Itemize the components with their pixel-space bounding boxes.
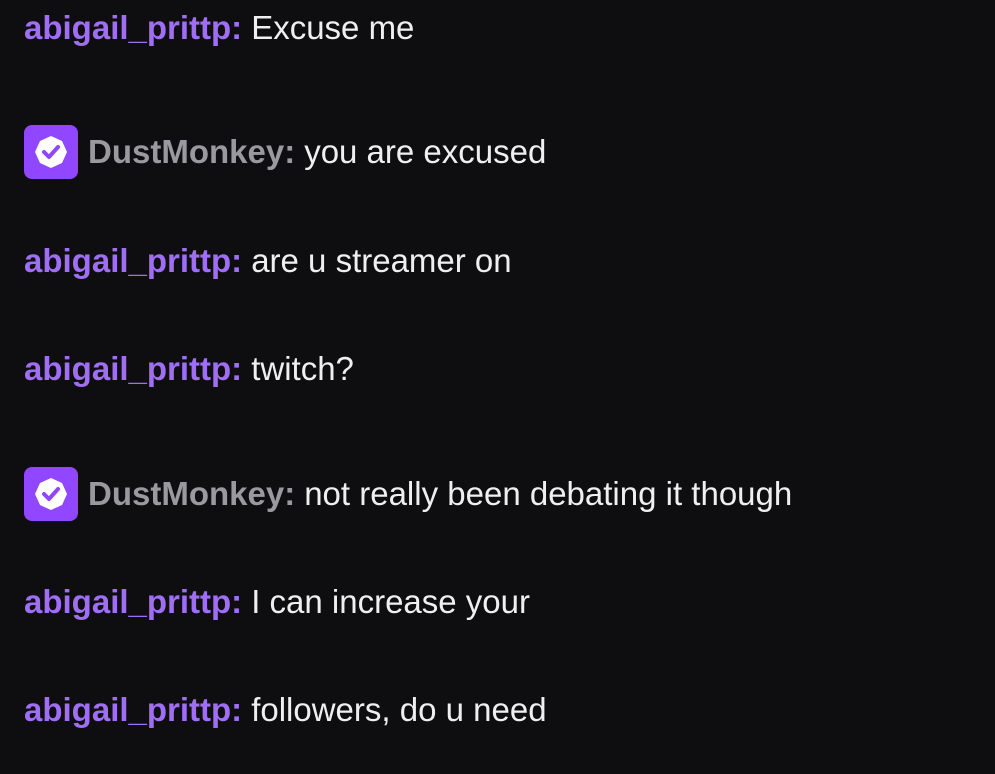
- chat-username[interactable]: DustMonkey:: [88, 133, 295, 171]
- chat-message-text: Excuse me: [251, 9, 415, 46]
- chat-username[interactable]: DustMonkey:: [88, 475, 295, 513]
- chat-message: abigail_prittp: are u streamer on: [24, 233, 512, 289]
- chat-log: abigail_prittp: Excuse me DustMonkey: yo…: [0, 0, 995, 774]
- verified-check-icon: [35, 136, 67, 168]
- chat-message-text: not really been debating it though: [304, 475, 793, 512]
- chat-username[interactable]: abigail_prittp:: [24, 583, 242, 621]
- verified-icon[interactable]: [24, 467, 78, 521]
- chat-message: abigail_prittp: I can increase your: [24, 574, 530, 630]
- chat-message: DustMonkey: not really been debating it …: [24, 466, 792, 522]
- chat-username[interactable]: abigail_prittp:: [24, 350, 242, 388]
- chat-message-text: you are excused: [304, 133, 547, 170]
- chat-message: abigail_prittp: twitch?: [24, 341, 354, 397]
- verified-icon[interactable]: [24, 125, 78, 179]
- chat-message-text: followers, do u need: [251, 691, 547, 728]
- chat-message: DustMonkey: you are excused: [24, 124, 546, 180]
- chat-username[interactable]: abigail_prittp:: [24, 691, 242, 729]
- verified-check-icon: [35, 478, 67, 510]
- chat-message-text: are u streamer on: [251, 242, 512, 279]
- chat-username[interactable]: abigail_prittp:: [24, 9, 242, 47]
- chat-message: abigail_prittp: Excuse me: [24, 0, 414, 56]
- chat-message: abigail_prittp: followers, do u need: [24, 682, 547, 738]
- chat-message-text: twitch?: [251, 350, 354, 387]
- chat-message-text: I can increase your: [251, 583, 530, 620]
- chat-username[interactable]: abigail_prittp:: [24, 242, 242, 280]
